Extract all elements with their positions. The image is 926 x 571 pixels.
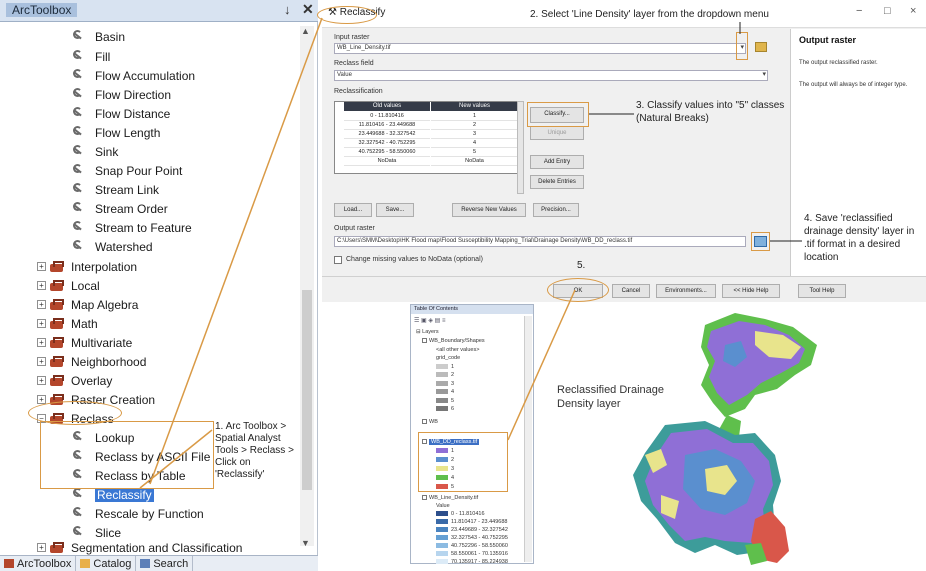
step-2-note: 2. Select 'Line Density' layer from the … xyxy=(530,9,769,20)
pointer-line-to-title xyxy=(149,17,323,485)
step-1-note: 1. Arc Toolbox > Spatial Analyst Tools >… xyxy=(215,421,294,480)
annotation-lines xyxy=(139,17,802,489)
pointer-line-to-note xyxy=(139,429,213,489)
step-4-note: 4. Save 'reclassified drainage density' … xyxy=(804,213,915,263)
step-5-note: 5. xyxy=(577,260,586,271)
pointer-line-to-toc xyxy=(507,289,576,441)
step-3-note: 3. Classify values into "5" classes (Nat… xyxy=(636,100,785,124)
